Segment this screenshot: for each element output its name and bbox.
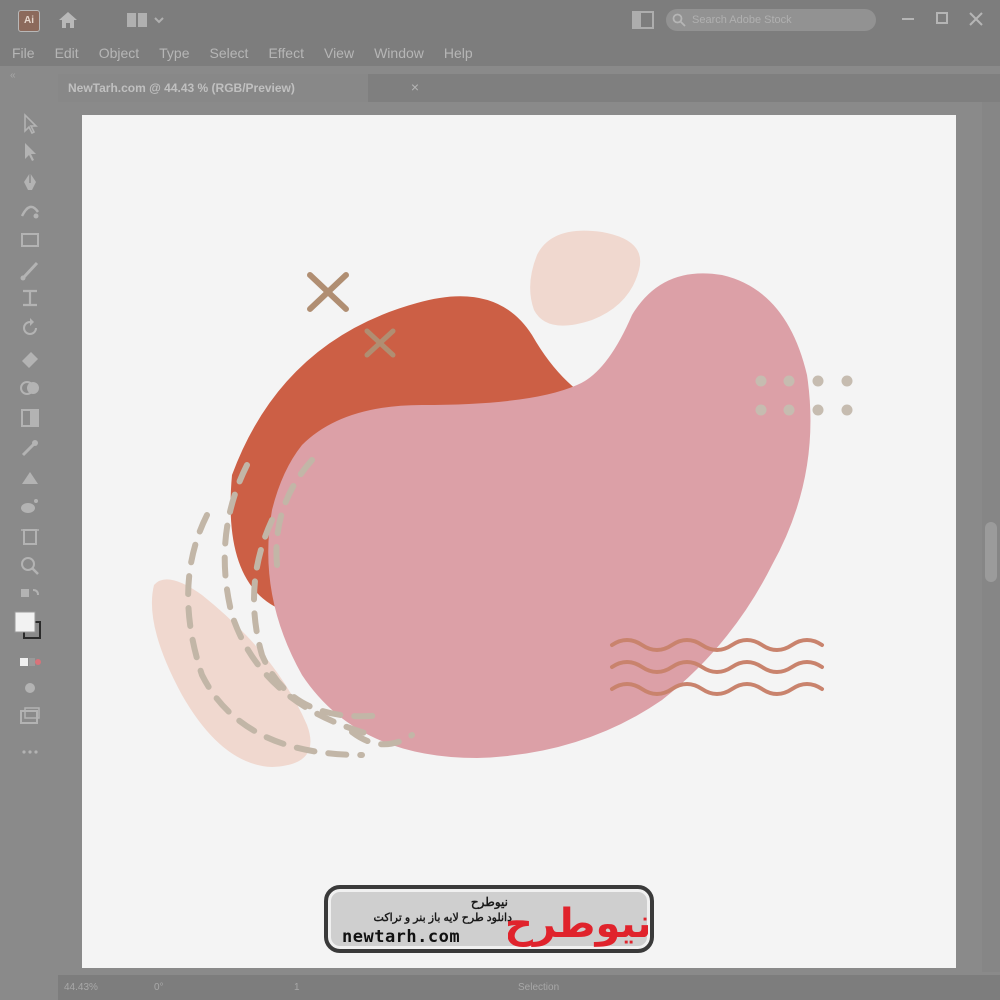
menu-bar: File Edit Object Type Select Effect View… [0,40,1000,66]
zoom-level[interactable]: 44.43% [64,982,124,993]
rotate-view[interactable]: 0° [154,982,194,993]
toolbar-collapse-icon[interactable]: « [10,70,26,81]
watermark-brand: نیوطرح [470,895,508,909]
scrollbar-thumb[interactable] [985,522,997,582]
svg-text:نیوطرح: نیوطرح [508,901,648,947]
status-bar: 44.43% 0° 1 Selection [58,975,1000,1000]
fill-stroke-swatch-icon[interactable] [12,608,44,642]
restore-icon[interactable] [930,8,954,30]
paintbrush-tool-icon[interactable] [18,258,42,282]
blend-tool-icon[interactable] [18,466,42,490]
current-tool-status[interactable]: Selection [518,982,578,993]
menu-help[interactable]: Help [444,45,473,61]
curvature-tool-icon[interactable] [18,198,42,222]
watermark-badge: نیوطرح دانلود طرح لایه باز بنر و تراکت n… [324,885,654,953]
selection-tool-icon[interactable] [18,112,42,136]
color-mode-icon[interactable] [18,650,42,674]
artwork[interactable] [82,115,956,968]
artboard[interactable] [82,115,956,968]
artboard-tool-icon[interactable] [18,524,42,548]
menu-effect[interactable]: Effect [268,45,304,61]
screen-mode-icon[interactable] [18,704,42,728]
search-icon [672,13,686,27]
watermark-tagline: دانلود طرح لایه باز بنر و تراکت [373,912,512,924]
rotate-tool-icon[interactable] [18,316,42,340]
menu-window[interactable]: Window [374,45,424,61]
app-logo: Ai [18,10,40,32]
gradient-tool-icon[interactable] [18,406,42,430]
close-document-icon[interactable]: × [408,80,422,94]
rectangle-tool-icon[interactable] [18,228,42,252]
symbol-sprayer-tool-icon[interactable] [18,494,42,518]
pen-tool-icon[interactable] [18,170,42,194]
edit-toolbar-icon[interactable] [18,740,42,764]
minimize-icon[interactable] [896,8,920,30]
menu-view[interactable]: View [324,45,354,61]
vertical-scrollbar[interactable] [982,102,1000,972]
menu-select[interactable]: Select [210,45,249,61]
watermark-domain: newtarh.com [342,927,461,947]
document-tab[interactable]: NewTarh.com @ 44.43 % (RGB/Preview) [58,74,368,102]
artboard-navigation[interactable]: 1 [294,982,324,993]
document-tab-bar: NewTarh.com @ 44.43 % (RGB/Preview) × [58,74,1000,102]
eyedropper-tool-icon[interactable] [18,436,42,460]
x-mark-large [307,272,349,312]
close-window-icon[interactable] [964,8,988,30]
title-bar: Ai [0,0,1000,40]
zoom-tool-icon[interactable] [18,554,42,578]
tools-panel [8,100,52,780]
search-stock-field[interactable] [666,9,876,31]
search-input[interactable] [692,12,868,28]
menu-object[interactable]: Object [99,45,139,61]
menu-edit[interactable]: Edit [55,45,79,61]
menu-file[interactable]: File [12,45,35,61]
swap-fill-stroke-icon[interactable] [18,584,42,608]
width-tool-icon[interactable] [18,286,42,310]
menu-type[interactable]: Type [159,45,189,61]
shape-builder-tool-icon[interactable] [18,376,42,400]
workspace-switcher-icon[interactable] [125,11,167,29]
newtarh-logo: نیوطرح [508,901,648,947]
home-icon[interactable] [56,8,80,32]
arrange-documents-icon[interactable] [632,11,654,29]
draw-mode-icon[interactable] [18,676,42,700]
direct-selection-tool-icon[interactable] [18,140,42,164]
eraser-tool-icon[interactable] [18,346,42,370]
peach-blob-top [530,230,641,326]
